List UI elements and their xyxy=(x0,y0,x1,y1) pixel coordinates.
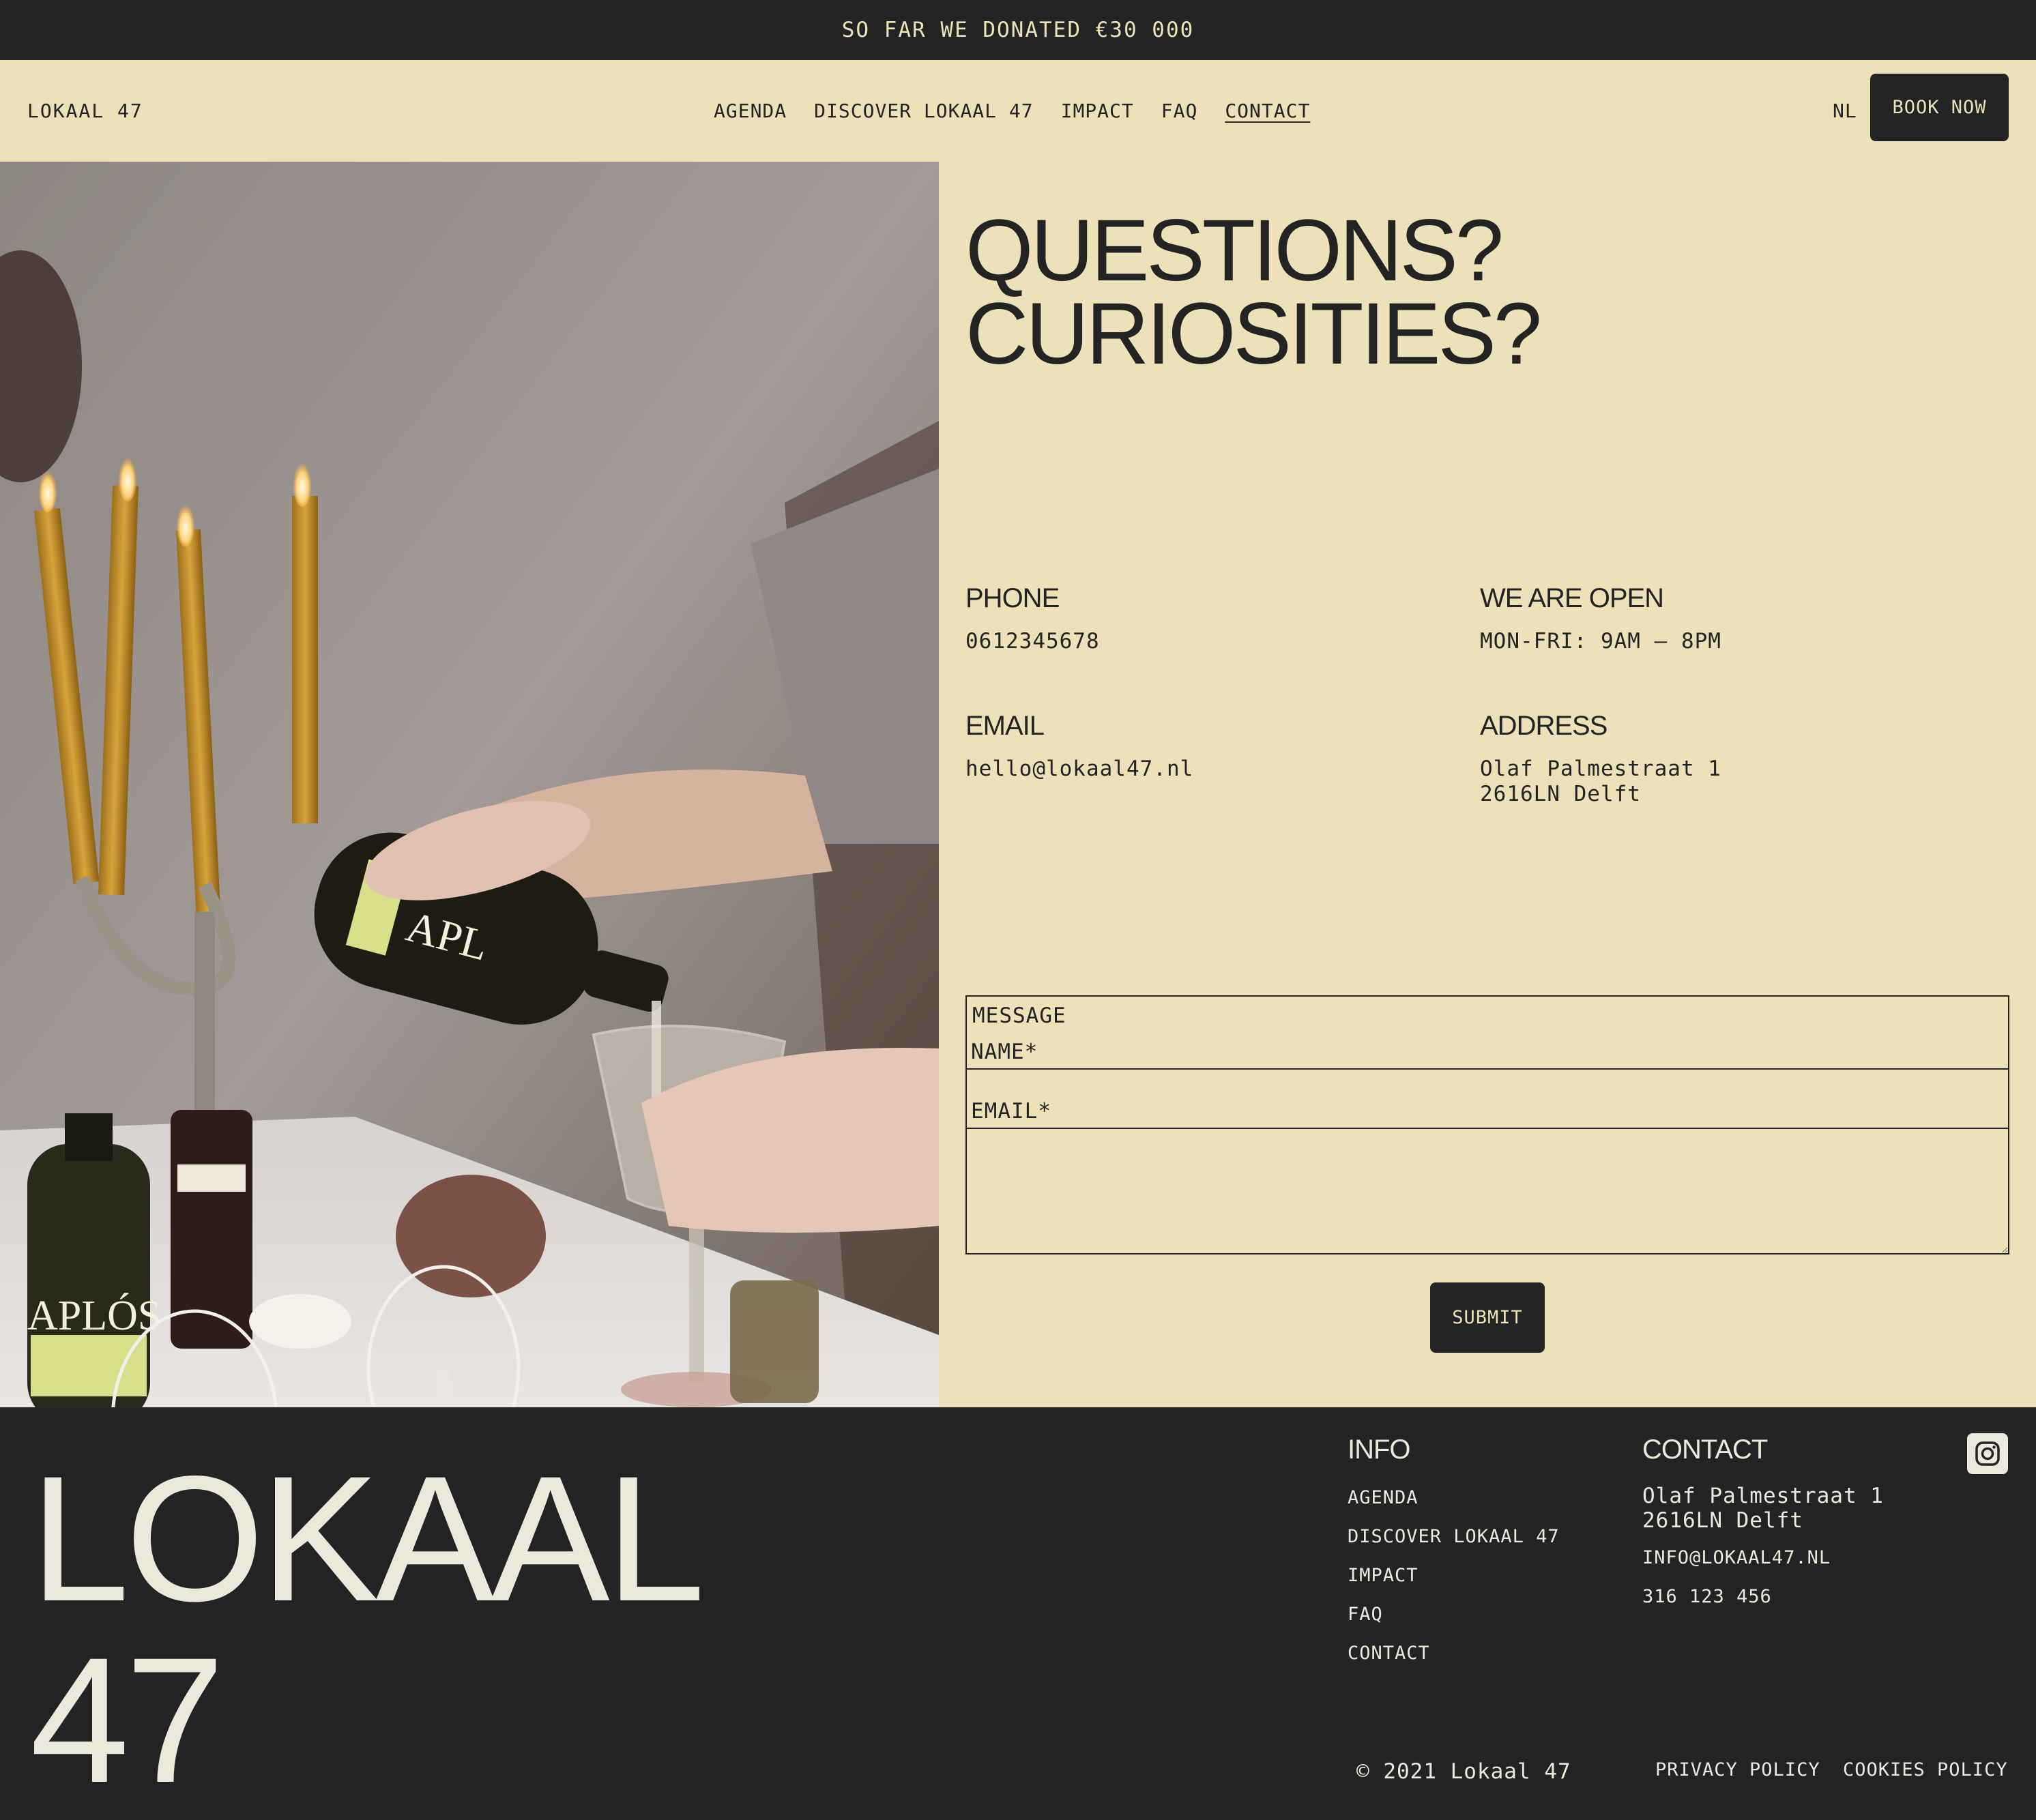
nav-contact[interactable]: CONTACT xyxy=(1225,100,1310,122)
privacy-policy-link[interactable]: PRIVACY POLICY xyxy=(1655,1759,1820,1780)
submit-button[interactable]: SUBMIT xyxy=(1430,1282,1545,1353)
address-block: ADDRESS Olaf Palmestraat 1 2616LN Delft xyxy=(1480,711,1721,807)
footer-logo: LOKAAL 47 xyxy=(30,1448,705,1811)
site-logo[interactable]: LOKAAL 47 xyxy=(27,60,143,162)
footer-link-agenda[interactable]: AGENDA xyxy=(1348,1487,1560,1526)
contact-section: APL APLÓS QUESTIONS? CURIOSITIES? PHONE … xyxy=(0,162,2036,1407)
cookies-policy-link[interactable]: COOKIES POLICY xyxy=(1843,1759,2008,1780)
hero-photo: APL APLÓS xyxy=(0,162,939,1407)
contact-content: QUESTIONS? CURIOSITIES? PHONE 0612345678… xyxy=(965,162,2009,1407)
copyright: © 2021 Lokaal 47 xyxy=(1356,1759,1571,1784)
footer-contact-title: CONTACT xyxy=(1642,1435,1768,1465)
email-title: EMAIL xyxy=(965,711,1045,741)
footer-link-faq[interactable]: FAQ xyxy=(1348,1604,1560,1643)
hours-value: MON-FRI: 9AM — 8PM xyxy=(1480,629,1721,654)
address-line-1: Olaf Palmestraat 1 xyxy=(1480,757,1721,781)
main-nav: AGENDA DISCOVER LOKAAL 47 IMPACT FAQ CON… xyxy=(714,60,1310,162)
email-block: EMAIL hello@lokaal47.nl xyxy=(965,711,1193,782)
address-title: ADDRESS xyxy=(1480,711,1608,741)
footer-link-impact[interactable]: IMPACT xyxy=(1348,1565,1560,1604)
footer-link-discover[interactable]: DISCOVER LOKAAL 47 xyxy=(1348,1526,1560,1565)
footer-logo-line-1: LOKAAL xyxy=(30,1439,705,1639)
footer-logo-line-2: 47 xyxy=(30,1620,224,1820)
instagram-icon[interactable] xyxy=(1967,1433,2008,1474)
nav-discover[interactable]: DISCOVER LOKAAL 47 xyxy=(814,100,1033,122)
heading-line-2: CURIOSITIES? xyxy=(965,285,1542,383)
message-field[interactable] xyxy=(965,995,2009,1254)
language-switch[interactable]: NL xyxy=(1833,60,1857,162)
footer-address-line-1: Olaf Palmestraat 1 xyxy=(1642,1484,1884,1508)
nav-faq[interactable]: FAQ xyxy=(1161,100,1198,122)
footer-address: Olaf Palmestraat 1 2616LN Delft xyxy=(1642,1484,1884,1533)
site-footer: LOKAAL 47 INFO AGENDA DISCOVER LOKAAL 47… xyxy=(0,1407,2036,1816)
hours-block: WE ARE OPEN MON-FRI: 9AM — 8PM xyxy=(1480,583,1721,654)
footer-info-title: INFO xyxy=(1348,1435,1411,1465)
bottle-label-2: APLÓS xyxy=(27,1293,161,1339)
footer-phone[interactable]: 316 123 456 xyxy=(1642,1586,1772,1607)
address-line-2: 2616LN Delft xyxy=(1480,782,1641,806)
page-title: QUESTIONS? CURIOSITIES? xyxy=(965,207,1542,378)
phone-value[interactable]: 0612345678 xyxy=(965,629,1100,654)
nav-agenda[interactable]: AGENDA xyxy=(714,100,787,122)
footer-email[interactable]: INFO@LOKAAL47.NL xyxy=(1642,1547,1831,1568)
announcement-text: SO FAR WE DONATED €30 000 xyxy=(841,18,1195,42)
footer-info-links: AGENDA DISCOVER LOKAAL 47 IMPACT FAQ CON… xyxy=(1348,1487,1560,1682)
footer-link-contact[interactable]: CONTACT xyxy=(1348,1643,1560,1682)
book-now-button[interactable]: BOOK NOW xyxy=(1870,74,2009,141)
email-value[interactable]: hello@lokaal47.nl xyxy=(965,757,1193,782)
phone-block: PHONE 0612345678 xyxy=(965,583,1100,654)
phone-title: PHONE xyxy=(965,583,1060,613)
site-header: LOKAAL 47 AGENDA DISCOVER LOKAAL 47 IMPA… xyxy=(0,60,2036,162)
footer-address-line-2: 2616LN Delft xyxy=(1642,1508,1803,1533)
hours-title: WE ARE OPEN xyxy=(1480,583,1664,613)
nav-impact[interactable]: IMPACT xyxy=(1061,100,1134,122)
announcement-bar: SO FAR WE DONATED €30 000 xyxy=(0,0,2036,60)
